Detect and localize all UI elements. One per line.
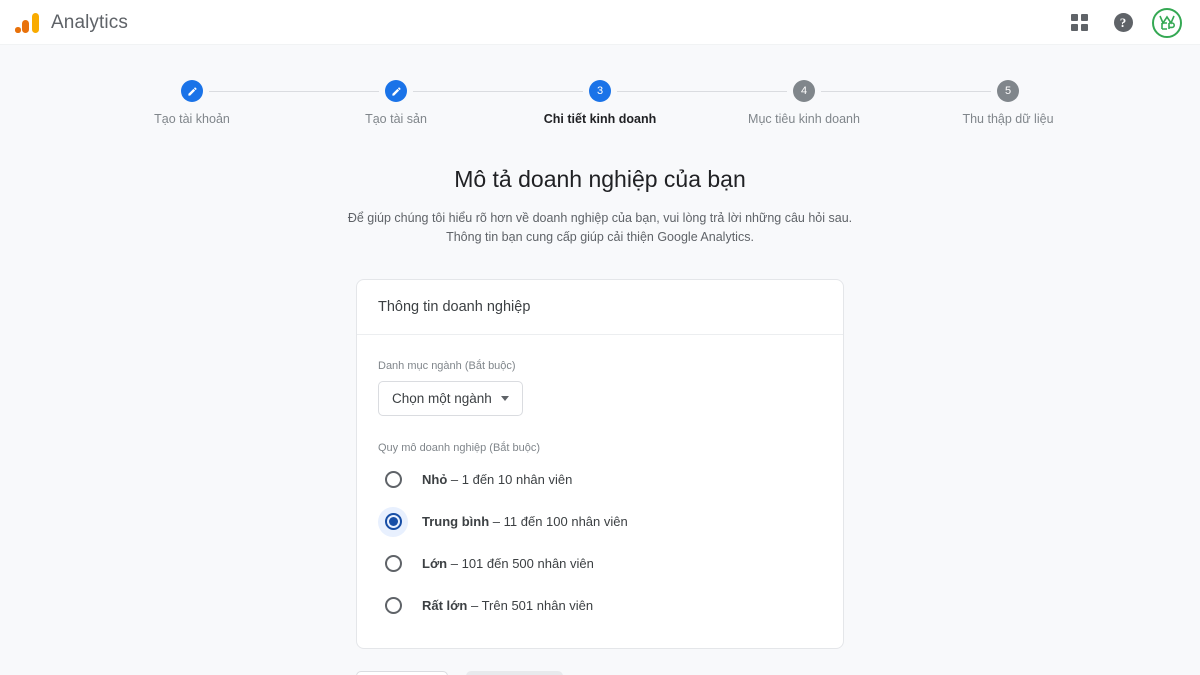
- progress-stepper: Tạo tài khoản Tạo tài sản 3 Chi tiết kin…: [0, 80, 1200, 126]
- radio-small-icon[interactable]: [378, 465, 408, 495]
- step-3[interactable]: 3 Chi tiết kinh doanh: [498, 80, 787, 126]
- step-2[interactable]: Tạo tài sản: [294, 80, 583, 126]
- radio-large-rest: – 101 đến 500 nhân viên: [450, 556, 594, 572]
- radio-small-rest: – 1 đến 10 nhân viên: [450, 472, 573, 488]
- radio-very-large-icon[interactable]: [378, 591, 408, 621]
- help-circle-icon[interactable]: ?: [1108, 8, 1138, 38]
- step-1[interactable]: Tạo tài khoản: [90, 80, 379, 126]
- industry-label: Danh mục ngành (Bắt buộc): [378, 359, 516, 372]
- step-label: Tạo tài sản: [365, 112, 427, 126]
- step-marker-todo: 4: [793, 80, 815, 102]
- pencil-icon: [391, 86, 401, 96]
- radio-small-bold: Nhỏ: [422, 472, 448, 488]
- step-5[interactable]: 5 Thu thập dữ liệu: [906, 80, 1110, 126]
- business-size-radio-group: Nhỏ – 1 đến 10 nhân viên Trung bình – 11…: [378, 464, 822, 622]
- radio-large-icon[interactable]: [378, 549, 408, 579]
- radio-very-large-rest: – Trên 501 nhân viên: [470, 598, 594, 614]
- help-glyph: ?: [1113, 13, 1133, 32]
- radio-medium-bold: Trung bình: [422, 514, 490, 530]
- radio-medium-label: Trung bình – 11 đến 100 nhân viên: [422, 514, 628, 529]
- radio-option-small[interactable]: Nhỏ – 1 đến 10 nhân viên: [378, 464, 822, 496]
- chevron-down-icon: [500, 395, 509, 401]
- business-info-card: Thông tin doanh nghiệp Danh mục ngành (B…: [356, 278, 844, 649]
- step-marker-done: [181, 80, 203, 102]
- step-label: Mục tiêu kinh doanh: [748, 112, 860, 126]
- avatar-monogram-icon: [1159, 15, 1175, 30]
- brand[interactable]: Analytics: [14, 10, 128, 36]
- google-analytics-logo: [14, 10, 40, 36]
- radio-large-label: Lớn – 101 đến 500 nhân viên: [422, 556, 594, 571]
- apps-grid-icon[interactable]: [1064, 8, 1094, 38]
- step-label: Thu thập dữ liệu: [962, 112, 1054, 126]
- step-marker-active: 3: [589, 80, 611, 102]
- step-marker-todo: 5: [997, 80, 1019, 102]
- industry-select[interactable]: Chọn một ngành: [378, 380, 523, 416]
- radio-medium-rest: – 11 đến 100 nhân viên: [492, 514, 628, 530]
- radio-medium-icon[interactable]: [378, 506, 408, 537]
- step-label: Chi tiết kinh doanh: [543, 112, 657, 126]
- business-size-label: Quy mô doanh nghiệp (Bắt buộc): [378, 441, 541, 454]
- page-subtitle-line-2: Thông tin bạn cung cấp giúp cải thiện Go…: [446, 230, 754, 245]
- brand-title: Analytics: [51, 11, 128, 33]
- step-label: Tạo tài khoản: [154, 112, 230, 126]
- step-4[interactable]: 4 Mục tiêu kinh doanh: [702, 80, 991, 126]
- app-bar: Analytics ?: [0, 0, 1200, 45]
- industry-select-value: Chọn một ngành: [392, 390, 492, 406]
- back-button[interactable]: Quay lại: [356, 670, 448, 675]
- step-marker-done: [385, 80, 407, 102]
- pencil-icon: [187, 86, 197, 96]
- radio-large-bold: Lớn: [422, 556, 448, 572]
- account-avatar[interactable]: [1152, 7, 1182, 38]
- radio-option-medium[interactable]: Trung bình – 11 đến 100 nhân viên: [378, 506, 822, 538]
- radio-option-very-large[interactable]: Rất lớn – Trên 501 nhân viên: [378, 590, 822, 622]
- next-button: Tiếp theo: [465, 670, 564, 675]
- radio-option-large[interactable]: Lớn – 101 đến 500 nhân viên: [378, 548, 822, 580]
- page-subtitle: Để giúp chúng tôi hiểu rõ hơn về doanh n…: [0, 209, 1200, 248]
- radio-very-large-bold: Rất lớn: [422, 598, 468, 614]
- page-subtitle-line-1: Để giúp chúng tôi hiểu rõ hơn về doanh n…: [347, 211, 853, 225]
- page-title: Mô tả doanh nghiệp của bạn: [454, 166, 746, 192]
- card-body: Danh mục ngành (Bắt buộc) Chọn một ngành…: [357, 335, 843, 648]
- radio-small-label: Nhỏ – 1 đến 10 nhân viên: [422, 472, 572, 487]
- app-bar-actions: ?: [1064, 7, 1186, 38]
- form-actions: Quay lại Tiếp theo: [356, 670, 844, 675]
- card-header: Thông tin doanh nghiệp: [357, 280, 843, 335]
- page-heading: Mô tả doanh nghiệp của bạn Để giúp chúng…: [0, 166, 1200, 248]
- radio-very-large-label: Rất lớn – Trên 501 nhân viên: [422, 598, 593, 613]
